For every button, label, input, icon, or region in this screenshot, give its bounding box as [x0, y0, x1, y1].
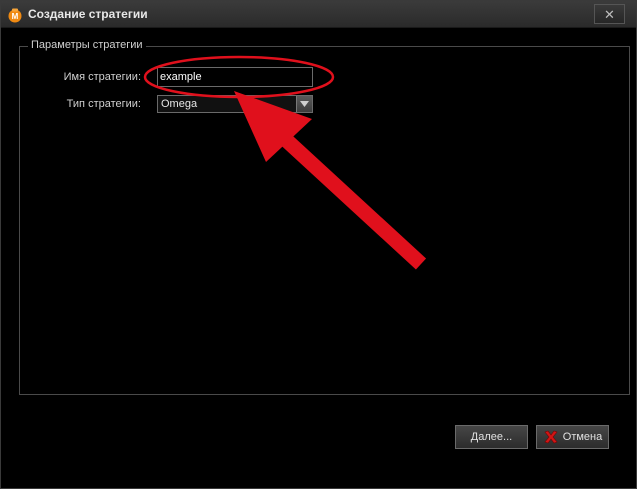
strategy-type-select[interactable]: Omega [157, 95, 313, 113]
create-strategy-dialog: M Создание стратегии ✕ Параметры стратег… [0, 0, 637, 489]
close-icon: ✕ [604, 6, 615, 22]
strategy-type-value: Omega [161, 98, 198, 110]
next-button[interactable]: Далее... [455, 425, 528, 449]
cancel-button[interactable]: Отмена [536, 425, 609, 449]
dropdown-arrow-button[interactable] [296, 96, 312, 112]
red-x-icon [544, 430, 558, 444]
dialog-title: Создание стратегии [28, 7, 148, 21]
cancel-label: Отмена [562, 431, 603, 443]
svg-text:M: M [12, 12, 19, 21]
strategy-type-label: Тип стратегии: [66, 98, 141, 110]
moneybag-app-icon: M [8, 8, 22, 23]
strategy-name-input[interactable] [157, 67, 313, 87]
strategy-name-label: Имя стратегии: [63, 71, 141, 83]
title-bar[interactable]: M Создание стратегии ✕ [1, 1, 636, 28]
close-button[interactable]: ✕ [594, 4, 625, 24]
group-legend: Параметры стратегии [28, 38, 146, 52]
chevron-down-icon [300, 101, 309, 107]
